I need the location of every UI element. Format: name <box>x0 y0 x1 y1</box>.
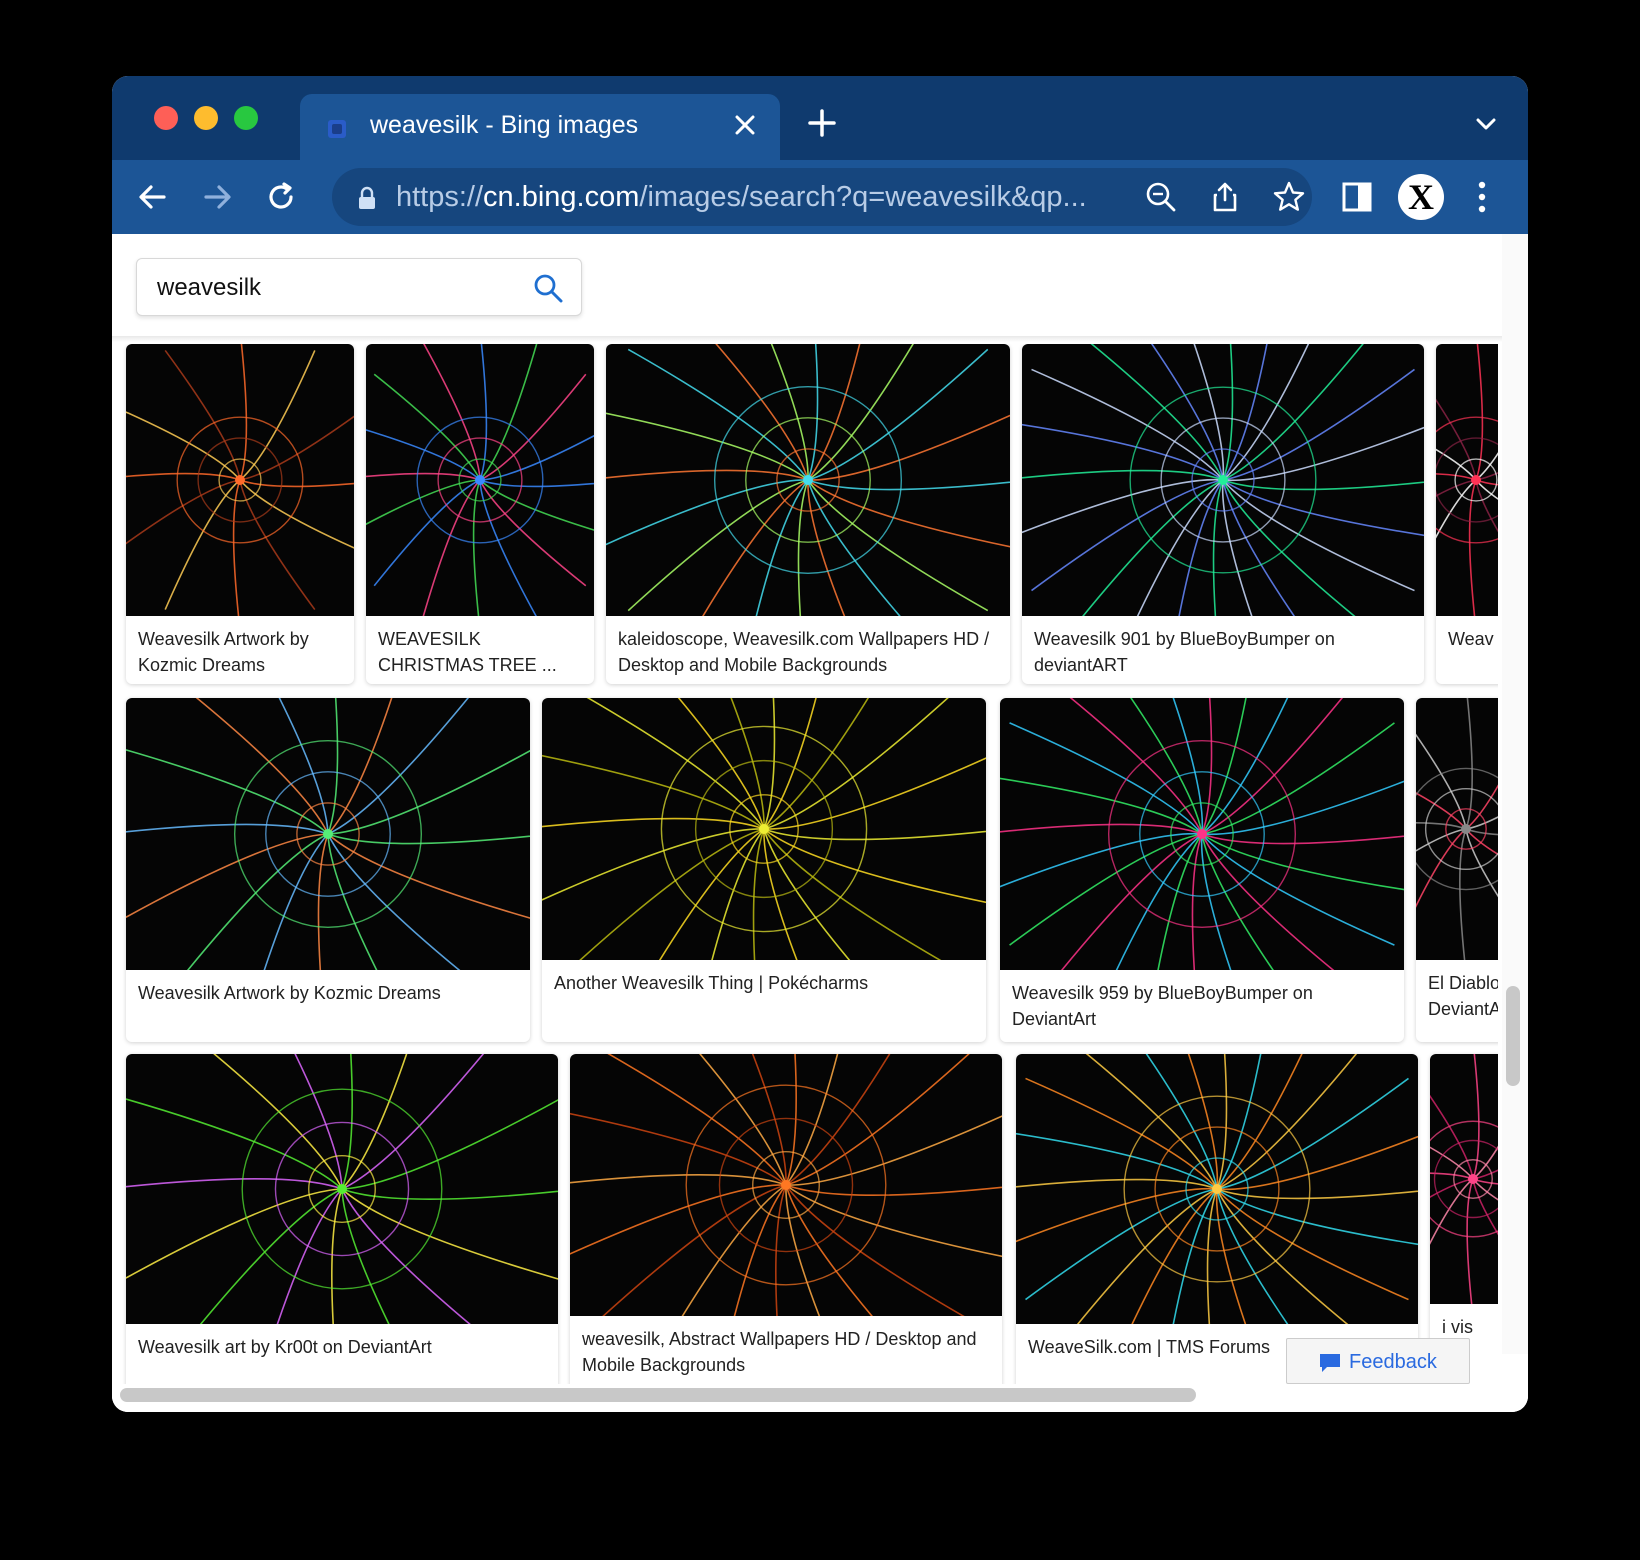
tab-title: weavesilk - Bing images <box>370 111 639 139</box>
back-arrow-icon[interactable] <box>134 178 172 216</box>
zoom-window-button[interactable] <box>234 106 258 130</box>
result-caption[interactable]: Weavesilk 901 by BlueBoyBumper on devian… <box>1034 626 1414 678</box>
result-thumbnail[interactable] <box>1430 1054 1498 1304</box>
result-caption[interactable]: Weav <box>1448 626 1498 652</box>
image-result-card[interactable]: Weavesilk art by Kr00t on DeviantArt <box>126 1054 558 1394</box>
tab-active[interactable]: weavesilk - Bing images <box>300 94 780 160</box>
side-panel-icon[interactable] <box>1338 178 1376 216</box>
search-icon[interactable] <box>533 273 563 303</box>
url-text: https://cn.bing.com/images/search?q=weav… <box>396 180 1087 214</box>
result-thumbnail[interactable] <box>1022 344 1424 616</box>
image-result-card[interactable]: WEAVESILK CHRISTMAS TREE ... <box>366 344 594 684</box>
result-thumbnail[interactable] <box>1416 698 1498 960</box>
result-thumbnail[interactable] <box>126 1054 558 1324</box>
result-caption[interactable]: El Diablo DeviantA <box>1428 970 1498 1022</box>
url-scheme: https:// <box>396 181 484 213</box>
url-host: cn.bing.com <box>483 181 640 213</box>
url-path: /images/search?q=weavesilk&qp... <box>639 181 1087 213</box>
browser-window: weavesilk - Bing images https://cn.bing.… <box>112 76 1528 1412</box>
feedback-label: Feedback <box>1349 1351 1437 1373</box>
result-caption[interactable]: kaleidoscope, Weavesilk.com Wallpapers H… <box>618 626 1000 678</box>
search-box[interactable]: weavesilk <box>136 258 582 316</box>
image-result-card[interactable]: Weavesilk 959 by BlueBoyBumper on Devian… <box>1000 698 1404 1042</box>
vertical-scrollbar[interactable] <box>1506 986 1520 1086</box>
result-thumbnail[interactable] <box>366 344 594 616</box>
image-result-card[interactable]: Weavesilk 901 by BlueBoyBumper on devian… <box>1022 344 1424 684</box>
bing-favicon-icon <box>328 120 346 138</box>
address-bar[interactable]: https://cn.bing.com/images/search?q=weav… <box>332 168 1312 226</box>
close-window-button[interactable] <box>154 106 178 130</box>
horizontal-scrollbar[interactable] <box>120 1388 1196 1402</box>
image-result-card[interactable]: Weav <box>1436 344 1498 684</box>
feedback-button[interactable]: Feedback <box>1286 1338 1470 1384</box>
vertical-scrollbar-track <box>1502 234 1528 1354</box>
result-thumbnail[interactable] <box>606 344 1010 616</box>
result-caption[interactable]: Weavesilk Artwork by Kozmic Dreams <box>138 980 520 1006</box>
result-caption[interactable]: Weavesilk 959 by BlueBoyBumper on Devian… <box>1012 980 1394 1032</box>
result-thumbnail[interactable] <box>542 698 986 960</box>
lock-icon <box>359 186 375 209</box>
result-caption[interactable]: weavesilk, Abstract Wallpapers HD / Desk… <box>582 1326 992 1378</box>
result-caption[interactable]: Weavesilk art by Kr00t on DeviantArt <box>138 1334 548 1360</box>
result-thumbnail[interactable] <box>126 698 530 970</box>
image-result-card[interactable]: El Diablo DeviantA <box>1416 698 1498 1042</box>
minimize-window-button[interactable] <box>194 106 218 130</box>
image-result-card[interactable]: weavesilk, Abstract Wallpapers HD / Desk… <box>570 1054 1002 1394</box>
zoom-icon[interactable] <box>1144 180 1178 214</box>
new-tab-icon[interactable] <box>807 108 837 138</box>
search-input[interactable]: weavesilk <box>157 271 261 305</box>
profile-avatar[interactable]: X <box>1398 174 1444 220</box>
image-results-grid: Weavesilk Artwork by Kozmic Dreams WEAVES… <box>112 344 1498 1394</box>
forward-arrow-icon[interactable] <box>198 178 236 216</box>
image-result-card[interactable]: Weavesilk Artwork by Kozmic Dreams <box>126 344 354 684</box>
browser-toolbar: https://cn.bing.com/images/search?q=weav… <box>112 160 1528 234</box>
header-divider <box>112 336 1502 342</box>
chevron-down-icon[interactable] <box>1474 112 1498 136</box>
image-result-card[interactable]: Weavesilk Artwork by Kozmic Dreams <box>126 698 530 1042</box>
more-menu-icon[interactable] <box>1476 178 1488 216</box>
result-thumbnail[interactable] <box>1436 344 1498 616</box>
result-thumbnail[interactable] <box>126 344 354 616</box>
result-caption[interactable]: Weavesilk Artwork by Kozmic Dreams <box>138 626 344 678</box>
result-caption[interactable]: Another Weavesilk Thing | Pokécharms <box>554 970 976 996</box>
page-content: weavesilk Weavesilk Artwork by Kozmic Dr… <box>112 234 1528 1412</box>
result-caption[interactable]: i vis <box>1442 1314 1498 1340</box>
share-icon[interactable] <box>1208 180 1242 214</box>
chat-bubble-icon <box>1320 1354 1340 1372</box>
bookmark-star-icon[interactable] <box>1272 180 1306 214</box>
tab-bar: weavesilk - Bing images <box>112 76 1528 160</box>
image-result-card[interactable]: Another Weavesilk Thing | Pokécharms <box>542 698 986 1042</box>
close-tab-icon[interactable] <box>732 112 758 138</box>
result-caption[interactable]: WEAVESILK CHRISTMAS TREE ... <box>378 626 584 678</box>
image-result-card[interactable]: kaleidoscope, Weavesilk.com Wallpapers H… <box>606 344 1010 684</box>
result-thumbnail[interactable] <box>1016 1054 1418 1324</box>
result-thumbnail[interactable] <box>1000 698 1404 970</box>
reload-icon[interactable] <box>262 178 300 216</box>
result-thumbnail[interactable] <box>570 1054 1002 1316</box>
